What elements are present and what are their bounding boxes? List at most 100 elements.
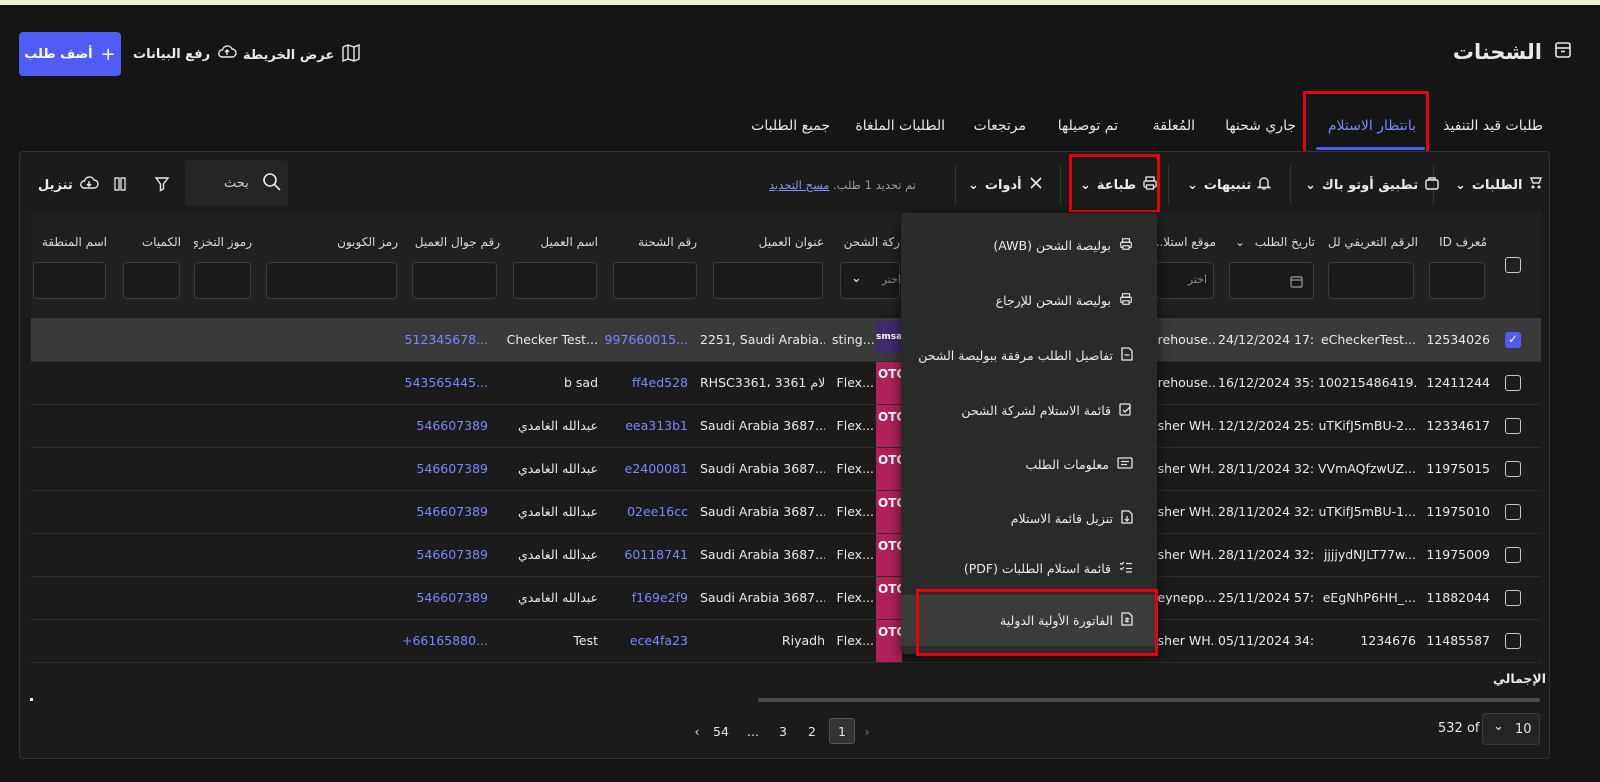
cell-customer-phone[interactable]: 546607389 — [400, 590, 488, 605]
columns-icon[interactable] — [113, 175, 127, 197]
filter-sku-input[interactable] — [194, 262, 251, 299]
cell-id: 11975010 — [1426, 504, 1490, 519]
filter-date-input[interactable] — [1229, 262, 1314, 299]
column-header-order-date[interactable]: تاريخ الطلب ⌄ — [1225, 235, 1315, 249]
filter-phone-input[interactable] — [412, 262, 497, 299]
row-checkbox[interactable] — [1505, 418, 1521, 434]
tools-button[interactable]: أدوات ⌄ — [968, 175, 1044, 195]
menu-item-order-info[interactable]: معلومات الطلب — [901, 439, 1157, 489]
row-checkbox[interactable]: ✓ — [1505, 332, 1521, 348]
cell-customer-name: عبدالله الغامدي — [517, 461, 598, 476]
column-header-region[interactable]: اسم المنطقة — [33, 235, 107, 249]
tab-on-hold[interactable]: المُعلقة — [1153, 118, 1195, 134]
document-icon — [1121, 346, 1133, 364]
select-all-checkbox[interactable] — [1505, 257, 1521, 273]
cell-shipment-number[interactable]: 997660015... — [600, 332, 689, 347]
cell-customer-phone[interactable]: 512345678... — [400, 332, 489, 347]
next-page-icon[interactable]: › — [854, 718, 880, 744]
row-checkbox[interactable] — [1505, 547, 1521, 563]
menu-item-pickup-list-pdf[interactable]: قائمة استلام الطلبات (PDF) — [901, 543, 1157, 593]
menu-item-awb[interactable]: بوليصة الشحن (AWB) — [901, 220, 1157, 270]
alerts-button[interactable]: تنبيهات ⌄ — [1187, 175, 1272, 195]
menu-item-return-awb[interactable]: بوليصة الشحن للإرجاع — [901, 275, 1157, 325]
cell-shipment-number[interactable]: 60118741 — [600, 547, 688, 562]
column-header-quantities[interactable]: الكميات — [123, 235, 181, 249]
filter-name-input[interactable] — [513, 262, 597, 299]
page-size-select[interactable]: ⌄ 10 — [1482, 713, 1540, 745]
column-header-id[interactable]: مُعرف ID — [1432, 235, 1487, 249]
column-header-shipment-number[interactable]: رقم الشحنة — [613, 235, 697, 249]
cell-shipment-number[interactable]: ff4ed528 — [600, 375, 688, 390]
tab-cancelled[interactable]: الطلبات الملغاة — [855, 118, 945, 134]
column-header-coupon[interactable]: رمز الكوبون — [266, 235, 398, 249]
cell-pickup-location: asher WH... — [1150, 504, 1216, 519]
tab-in-progress[interactable]: طلبات قيد التنفيذ — [1443, 118, 1543, 134]
cell-address: 2251, Saudi Arabia... — [700, 332, 825, 347]
row-checkbox[interactable] — [1505, 461, 1521, 477]
filter-shipment-input[interactable] — [613, 262, 697, 299]
filter-quantities-input[interactable] — [123, 262, 180, 299]
cell-carrier: Flex... — [836, 504, 874, 519]
cell-carrier: Flex... — [836, 375, 874, 390]
row-checkbox[interactable] — [1505, 590, 1521, 606]
cell-id: 11975009 — [1426, 547, 1490, 562]
cell-shipment-number[interactable]: ece4fa23 — [600, 633, 688, 648]
cell-customer-phone[interactable]: 546607389 — [400, 504, 488, 519]
cell-reference: VVmAQfzwUZ... — [1318, 461, 1416, 476]
cell-shipment-number[interactable]: e2400081 — [600, 461, 688, 476]
orders-menu-button[interactable]: الطلبات ⌄ — [1455, 175, 1544, 195]
cell-shipment-number[interactable]: 02ee16cc — [600, 504, 688, 519]
row-checkbox[interactable] — [1505, 504, 1521, 520]
tab-returns[interactable]: مرتجعات — [974, 118, 1026, 134]
menu-item-download-pickup-list[interactable]: تنزيل قائمة الاستلام — [901, 493, 1157, 543]
show-map-button[interactable]: عرض الخريطة — [243, 43, 361, 66]
column-header-pickup-location[interactable]: موقع استلا... — [1156, 235, 1216, 249]
row-checkbox[interactable] — [1505, 375, 1521, 391]
column-header-reference[interactable]: الرقم التعريفي لل... — [1328, 235, 1418, 249]
column-header-sku[interactable]: رموز التخزي... — [194, 235, 252, 249]
cell-customer-phone[interactable]: 546607389 — [400, 418, 488, 433]
cell-customer-phone[interactable]: +66165880... — [400, 633, 488, 648]
row-checkbox[interactable] — [1505, 633, 1521, 649]
page-1-current[interactable]: 1 — [829, 718, 855, 744]
cell-shipment-number[interactable]: eea313b1 — [600, 418, 688, 433]
cell-carrier: Flex... — [836, 590, 874, 605]
filter-id-input[interactable] — [1429, 262, 1485, 299]
menu-item-carrier-pickup-list[interactable]: قائمة الاستلام لشركة الشحن — [901, 385, 1157, 435]
add-order-button[interactable]: + أضف طلب — [19, 32, 121, 76]
filter-address-input[interactable] — [713, 262, 823, 299]
column-header-customer-phone[interactable]: رقم جوال العميل — [412, 235, 500, 249]
column-header-address[interactable]: عنوان العميل — [712, 235, 824, 249]
autopack-button[interactable]: تطبيق أوتو باك ⌄ — [1305, 175, 1440, 195]
tab-all-orders[interactable]: جميع الطلبات — [751, 118, 830, 134]
filter-reference-input[interactable] — [1328, 262, 1414, 299]
column-header-carrier[interactable]: ركة الشحن — [843, 235, 900, 249]
page-2[interactable]: 2 — [799, 718, 825, 744]
column-header-customer-name[interactable]: اسم العميل — [512, 235, 598, 249]
horizontal-scrollbar[interactable] — [758, 698, 1540, 702]
upload-data-button[interactable]: رفع البيانات — [133, 44, 237, 64]
top-strip — [0, 0, 1600, 5]
scroll-dot — [30, 698, 33, 701]
menu-item-order-details-awb[interactable]: تفاصيل الطلب مرفقة ببوليصة الشحن — [901, 330, 1157, 380]
filter-coupon-input[interactable] — [266, 262, 397, 299]
filter-carrier-select[interactable]: ⌄ اختر — [840, 262, 901, 299]
download-button[interactable]: تنزيل — [38, 175, 99, 195]
clear-selection-link[interactable]: مسح التحديد — [769, 178, 829, 192]
carrier-logo: OTO — [876, 405, 902, 447]
cell-customer-phone[interactable]: 546607389 — [400, 547, 488, 562]
cell-customer-phone[interactable]: 543565445... — [400, 375, 489, 390]
toolbar-divider — [1060, 165, 1061, 205]
cell-customer-phone[interactable]: 546607389 — [400, 461, 488, 476]
prev-page-icon[interactable]: ‹ — [684, 718, 710, 744]
tab-shipping[interactable]: جاري شحنها — [1225, 118, 1296, 134]
filter-region-input[interactable] — [33, 262, 106, 299]
filter-icon[interactable] — [154, 176, 170, 196]
cell-shipment-number[interactable]: f169e2f9 — [600, 590, 688, 605]
tab-delivered[interactable]: تم توصيلها — [1058, 118, 1118, 134]
page-54[interactable]: 54 — [708, 718, 734, 744]
page-3[interactable]: 3 — [770, 718, 796, 744]
show-map-label: عرض الخريطة — [243, 47, 335, 63]
filter-location-select[interactable]: اختر — [1156, 262, 1214, 299]
cell-id: 12534026 — [1426, 332, 1490, 347]
